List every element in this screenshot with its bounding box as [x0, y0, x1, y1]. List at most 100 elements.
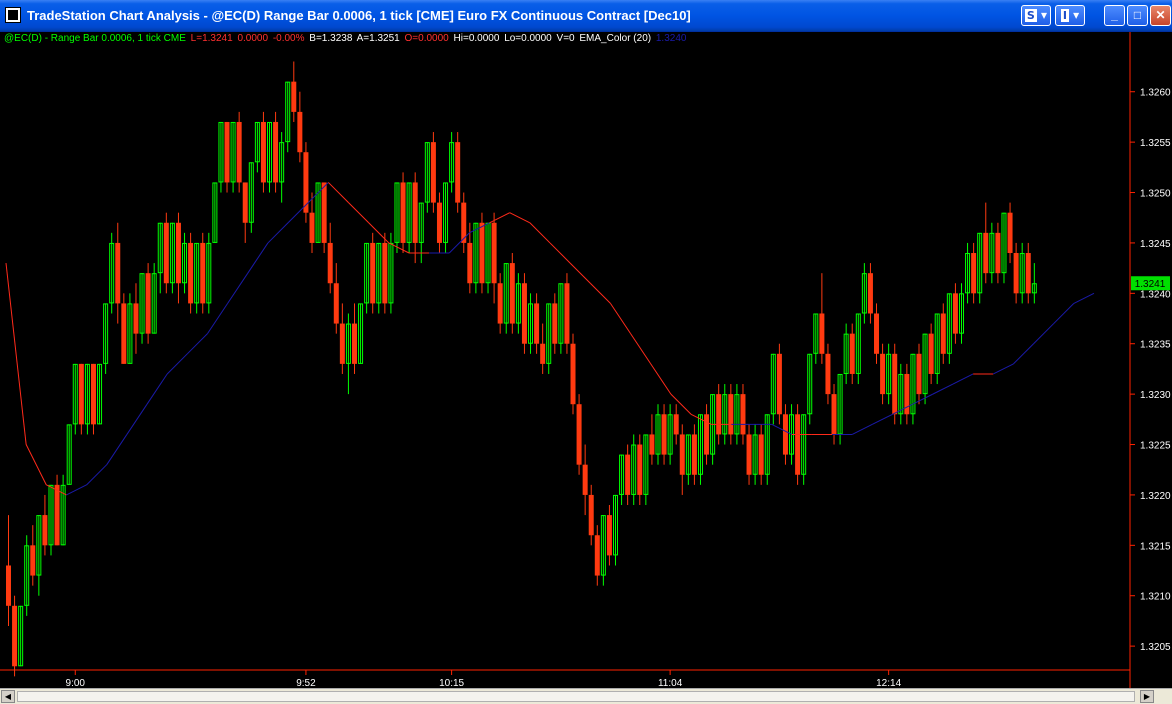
candle-body-down	[940, 313, 946, 354]
candle	[370, 232, 376, 314]
candle-body-down	[467, 242, 473, 284]
candle-body-down	[746, 434, 752, 475]
candle-body-down	[242, 182, 248, 223]
candle-body-down	[491, 222, 497, 284]
candle-body-down	[831, 394, 837, 435]
price-chart: 1.3260 1.3255 1.3250 1.3245 1.3240 1.3235 1.32…	[0, 32, 1171, 689]
candle-body-down	[728, 394, 734, 435]
candle	[200, 232, 206, 314]
scroll-right-arrow-icon[interactable]: ▶	[1140, 690, 1154, 703]
candle-body-down	[400, 182, 406, 243]
candle-body-down	[273, 121, 279, 183]
candle-body-down	[54, 484, 60, 546]
candle	[509, 253, 515, 334]
candle-body-down	[455, 142, 461, 203]
horizontal-scrollbar[interactable]: ◀ ▶	[0, 688, 1172, 704]
window-titlebar: TradeStation Chart Analysis - @EC(D) Ran…	[0, 0, 1172, 32]
candle	[163, 212, 169, 294]
candle-body-down	[236, 121, 242, 183]
candle-body-down	[825, 353, 831, 395]
candle-body-down	[570, 343, 576, 405]
candle-body-down	[115, 242, 121, 304]
info-bid: B=1.3238	[309, 33, 353, 44]
candle-body-down	[260, 121, 266, 183]
last-price-label: 1.3241	[1135, 279, 1166, 290]
candle-body-down	[564, 283, 570, 344]
candle-body-down	[133, 303, 139, 334]
price-tick-label: 1.3250	[1140, 189, 1171, 200]
candle-body-down	[327, 242, 333, 284]
candle-body-down	[758, 434, 764, 475]
minimize-button[interactable]: _	[1104, 5, 1125, 26]
maximize-button[interactable]: □	[1127, 5, 1148, 26]
candle-body-down	[661, 414, 667, 455]
candle-body-down	[552, 303, 558, 344]
candle	[637, 434, 643, 506]
info-last: L=1.3241	[190, 33, 233, 44]
price-tick-label: 1.3255	[1140, 138, 1171, 149]
candle	[12, 595, 18, 677]
info-pct-change: -0.00%	[272, 33, 305, 44]
candle-body-down	[625, 454, 631, 495]
candle-body-down	[880, 353, 886, 395]
info-net-change: 0.0000	[237, 33, 269, 44]
candle	[236, 111, 242, 193]
price-tick-label: 1.3260	[1140, 88, 1171, 99]
candle-body-down	[1007, 212, 1013, 254]
candle-body-down	[430, 142, 436, 203]
candle-body-down	[479, 222, 485, 284]
candle-body-down	[90, 363, 96, 425]
symbol-menu-button[interactable]: S ▾	[1021, 5, 1051, 26]
candle	[795, 404, 801, 485]
candle-body-down	[995, 232, 1001, 274]
candle	[54, 474, 60, 546]
candle-body-down	[12, 605, 18, 667]
price-tick-label: 1.3225	[1140, 441, 1171, 452]
candle	[479, 212, 485, 294]
info-open: O=0.0000	[404, 33, 449, 44]
candle-body-down	[606, 515, 612, 556]
candle	[321, 182, 327, 254]
price-tick-label: 1.3220	[1140, 491, 1171, 502]
last-price-marker: 1.3241	[1131, 276, 1170, 291]
candle-body-down	[145, 273, 151, 334]
scroll-thumb[interactable]	[17, 691, 1135, 702]
candle-body-down	[436, 202, 442, 243]
candle-body-down	[867, 273, 873, 314]
candle-body-down	[1025, 253, 1031, 294]
candle-body-down	[594, 535, 600, 576]
price-tick-label: 1.3210	[1140, 592, 1171, 603]
candle-body-down	[188, 242, 194, 304]
candle	[145, 263, 151, 344]
candle-body-down	[509, 263, 515, 324]
candle-body-down	[679, 434, 685, 475]
candle-body-down	[175, 222, 181, 284]
candle	[121, 293, 127, 364]
candle	[224, 121, 230, 193]
info-low: Lo=0.0000	[504, 33, 552, 44]
candle-body-down	[121, 303, 127, 364]
candle	[430, 132, 436, 213]
candle-body-down	[1013, 253, 1019, 294]
price-axis: 1.3260 1.3255 1.3250 1.3245 1.3240 1.3235 1.32…	[1130, 88, 1171, 653]
candle-body-down	[819, 313, 825, 354]
candle	[78, 363, 84, 435]
candle-body-down	[534, 303, 540, 344]
scroll-left-arrow-icon[interactable]: ◀	[1, 690, 15, 703]
candle	[260, 111, 266, 193]
candle-body-down	[291, 81, 297, 112]
candle	[521, 273, 527, 354]
app-icon	[5, 7, 21, 23]
close-button[interactable]: ✕	[1150, 5, 1171, 26]
price-tick-label: 1.3215	[1140, 541, 1171, 552]
candle-body-down	[540, 343, 546, 364]
candle	[776, 343, 782, 425]
candle-body-down	[30, 545, 36, 576]
candle-body-down	[673, 414, 679, 435]
candle-body-down	[309, 212, 315, 243]
indicator-menu-button[interactable]: I ▾	[1055, 5, 1085, 26]
candle-body-down	[370, 242, 376, 304]
candle-body-down	[716, 394, 722, 435]
candle-body-down	[782, 414, 788, 455]
price-tick-label: 1.3235	[1140, 340, 1171, 351]
